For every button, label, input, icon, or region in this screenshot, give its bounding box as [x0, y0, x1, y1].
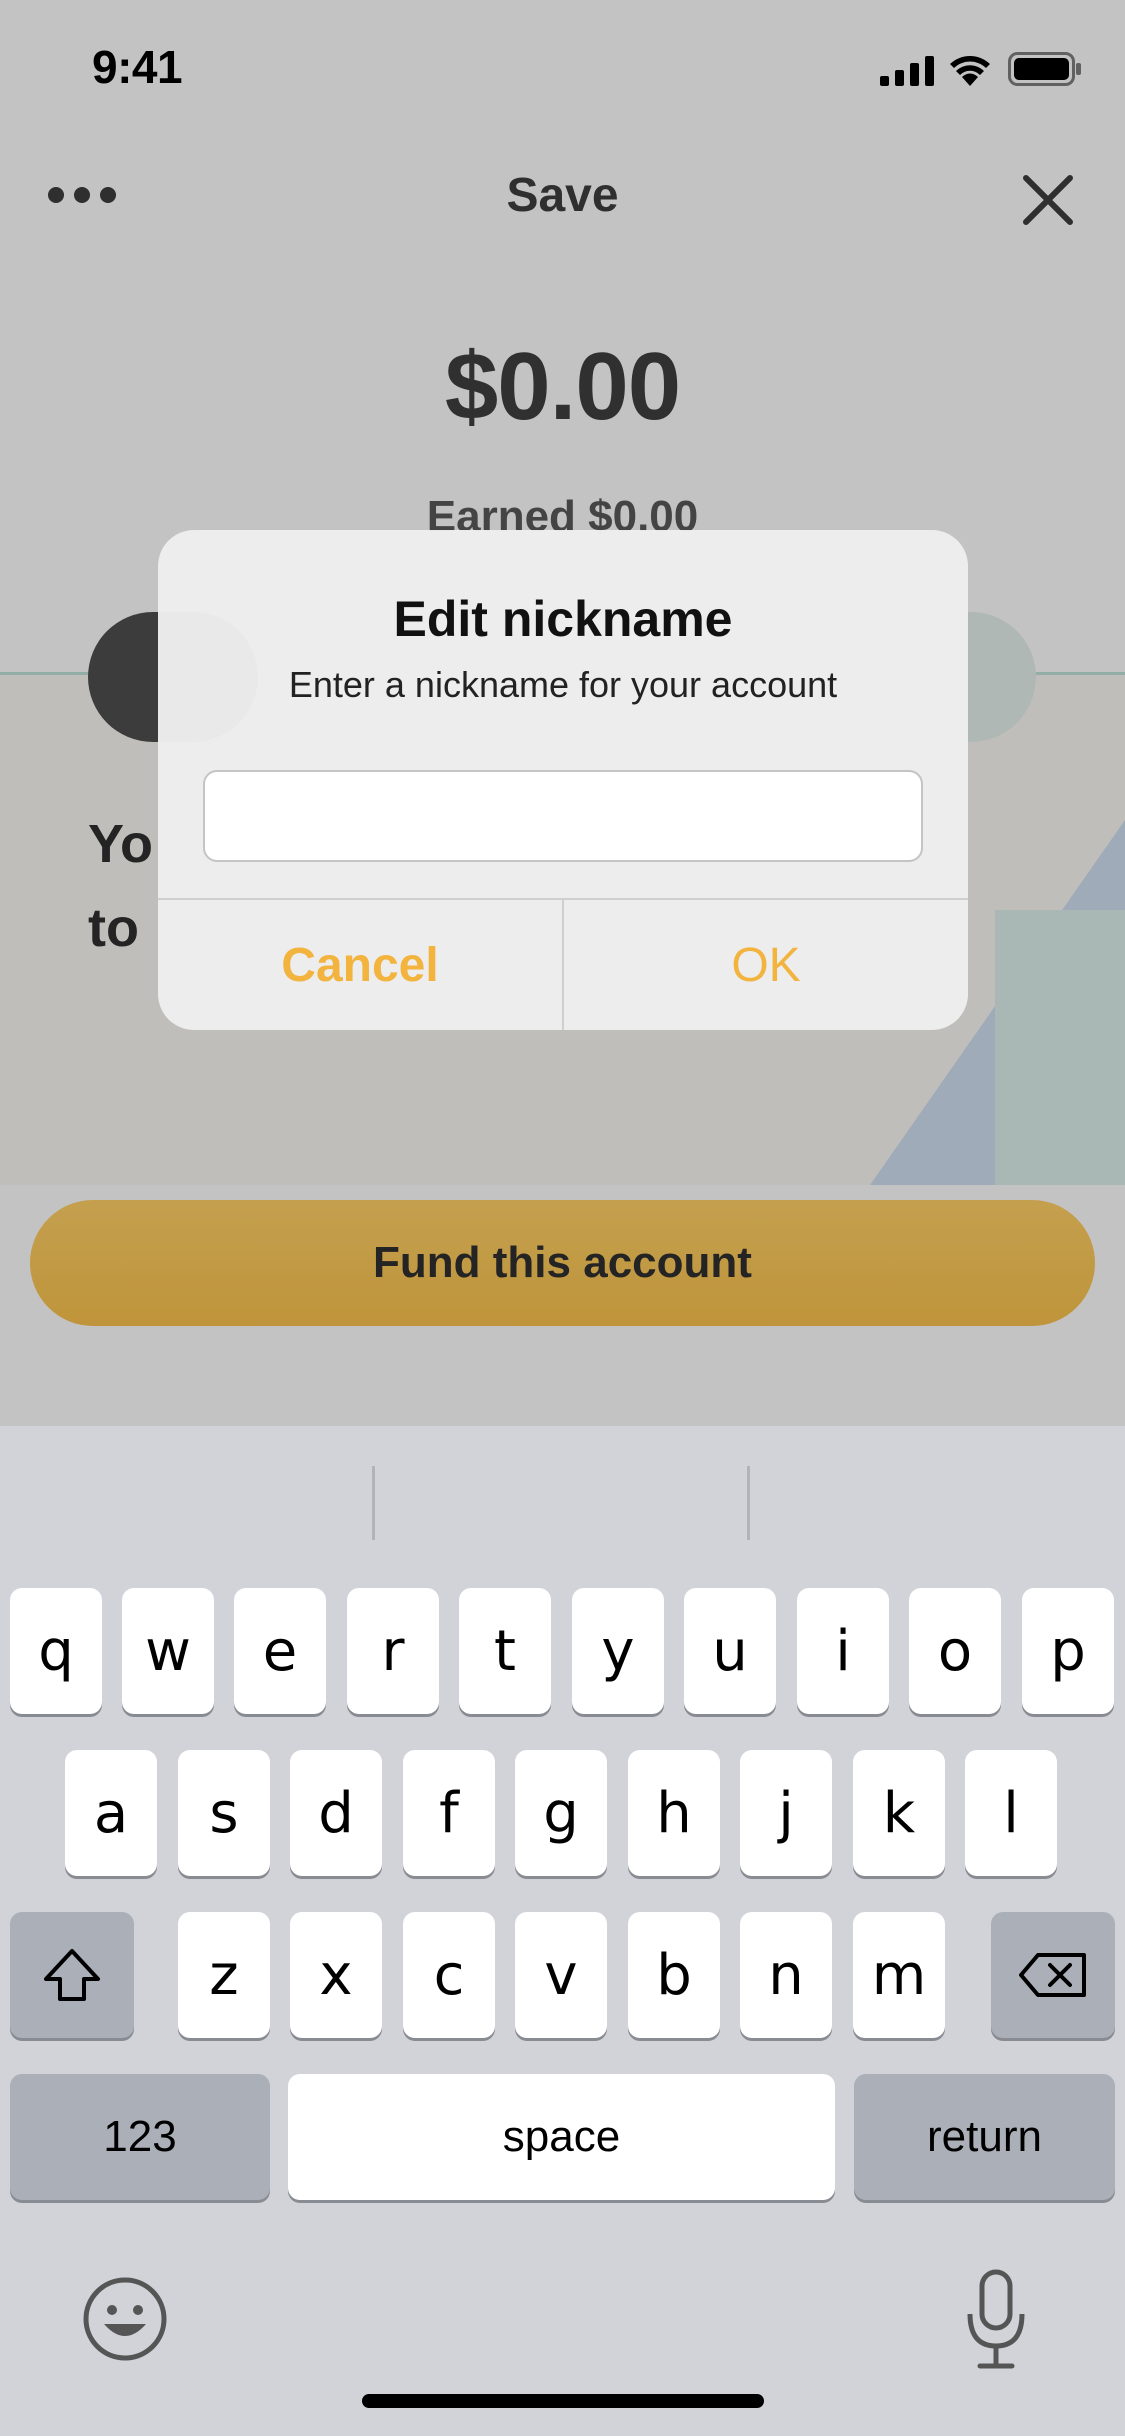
key-w[interactable]: w	[122, 1588, 214, 1714]
key-g[interactable]: g	[515, 1750, 607, 1876]
key-j[interactable]: j	[740, 1750, 832, 1876]
key-p[interactable]: p	[1022, 1588, 1114, 1714]
key-s[interactable]: s	[178, 1750, 270, 1876]
return-key[interactable]: return	[854, 2074, 1115, 2200]
emoji-icon[interactable]	[82, 2276, 168, 2362]
key-r[interactable]: r	[347, 1588, 439, 1714]
space-key[interactable]: space	[288, 2074, 835, 2200]
dialog-title: Edit nickname	[393, 591, 733, 647]
shift-icon	[44, 1949, 100, 2001]
key-q[interactable]: q	[10, 1588, 102, 1714]
nickname-input[interactable]	[203, 770, 923, 862]
dialog-message: Enter a nickname for your account	[288, 664, 838, 705]
key-i[interactable]: i	[797, 1588, 889, 1714]
key-u[interactable]: u	[684, 1588, 776, 1714]
app-screen: 9:41 Save $0.00 Earned $0.00 Yo to Fund …	[0, 0, 1125, 1426]
key-f[interactable]: f	[403, 1750, 495, 1876]
edit-nickname-dialog: Edit nickname Enter a nickname for your …	[158, 530, 968, 1030]
home-indicator[interactable]	[362, 2394, 764, 2408]
key-m[interactable]: m	[853, 1912, 945, 2038]
key-v[interactable]: v	[515, 1912, 607, 2038]
delete-icon	[1019, 1953, 1086, 1997]
key-l[interactable]: l	[965, 1750, 1057, 1876]
key-t[interactable]: t	[459, 1588, 551, 1714]
key-k[interactable]: k	[853, 1750, 945, 1876]
key-x[interactable]: x	[290, 1912, 382, 2038]
suggestion-divider	[372, 1466, 375, 1540]
key-n[interactable]: n	[740, 1912, 832, 2038]
key-b[interactable]: b	[628, 1912, 720, 2038]
key-h[interactable]: h	[628, 1750, 720, 1876]
key-z[interactable]: z	[178, 1912, 270, 2038]
ok-button[interactable]: OK	[564, 900, 968, 1030]
key-e[interactable]: e	[234, 1588, 326, 1714]
key-c[interactable]: c	[403, 1912, 495, 2038]
suggestion-divider	[747, 1466, 750, 1540]
key-o[interactable]: o	[909, 1588, 1001, 1714]
cancel-button[interactable]: Cancel	[158, 900, 562, 1030]
delete-key[interactable]	[991, 1912, 1115, 2038]
microphone-icon[interactable]	[962, 2268, 1030, 2372]
numbers-key[interactable]: 123	[10, 2074, 270, 2200]
shift-key[interactable]	[10, 1912, 134, 2038]
key-y[interactable]: y	[572, 1588, 664, 1714]
key-a[interactable]: a	[65, 1750, 157, 1876]
key-d[interactable]: d	[290, 1750, 382, 1876]
